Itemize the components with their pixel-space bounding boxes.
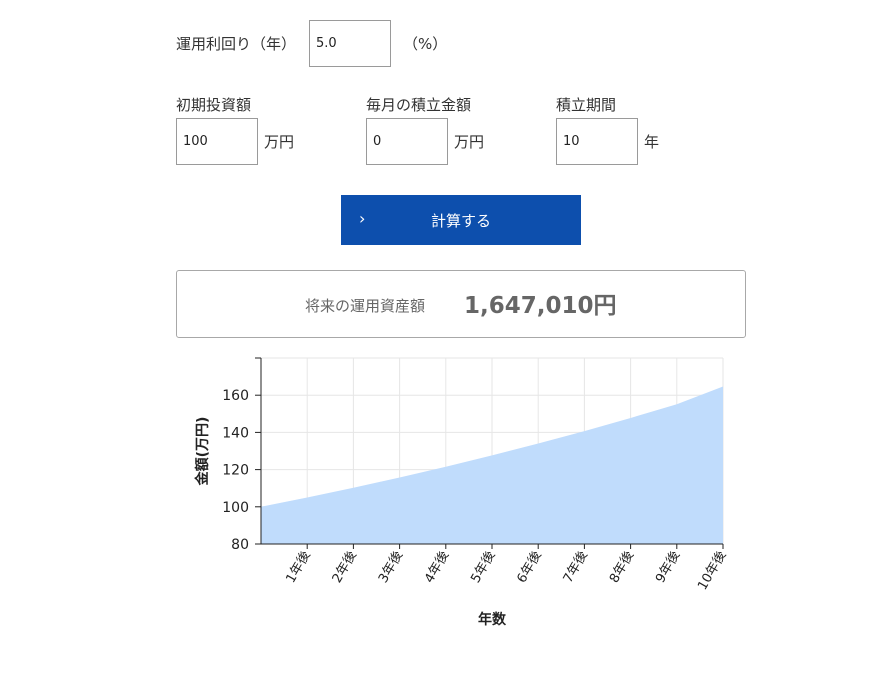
x-tick-label: 2年後 [330, 549, 360, 586]
x-tick-label: 9年後 [653, 549, 683, 586]
x-tick-label: 1年後 [284, 549, 314, 586]
asset-growth-chart: 80 100 120 140 160 1年後 2年後 3年後 4年後 5年後 6年後 7年後 8年後 9年… [194, 357, 729, 628]
x-tick-label: 3年後 [376, 549, 406, 586]
x-axis-title: 年数 [478, 611, 507, 628]
x-tick-label: 8年後 [607, 549, 637, 586]
x-tick-label: 5年後 [468, 549, 498, 586]
x-tick-label: 6年後 [515, 549, 545, 586]
y-tick-label: 100 [222, 500, 249, 516]
y-tick-label: 140 [222, 425, 249, 441]
y-tick-label: 120 [222, 463, 249, 479]
y-tick-label: 80 [231, 537, 249, 553]
x-tick-label: 4年後 [422, 549, 452, 586]
y-tick-label: 160 [222, 388, 249, 404]
x-tick-label: 7年後 [561, 549, 591, 586]
y-axis-title: 金額(万円) [194, 417, 211, 487]
x-tick-label: 10年後 [695, 549, 729, 593]
